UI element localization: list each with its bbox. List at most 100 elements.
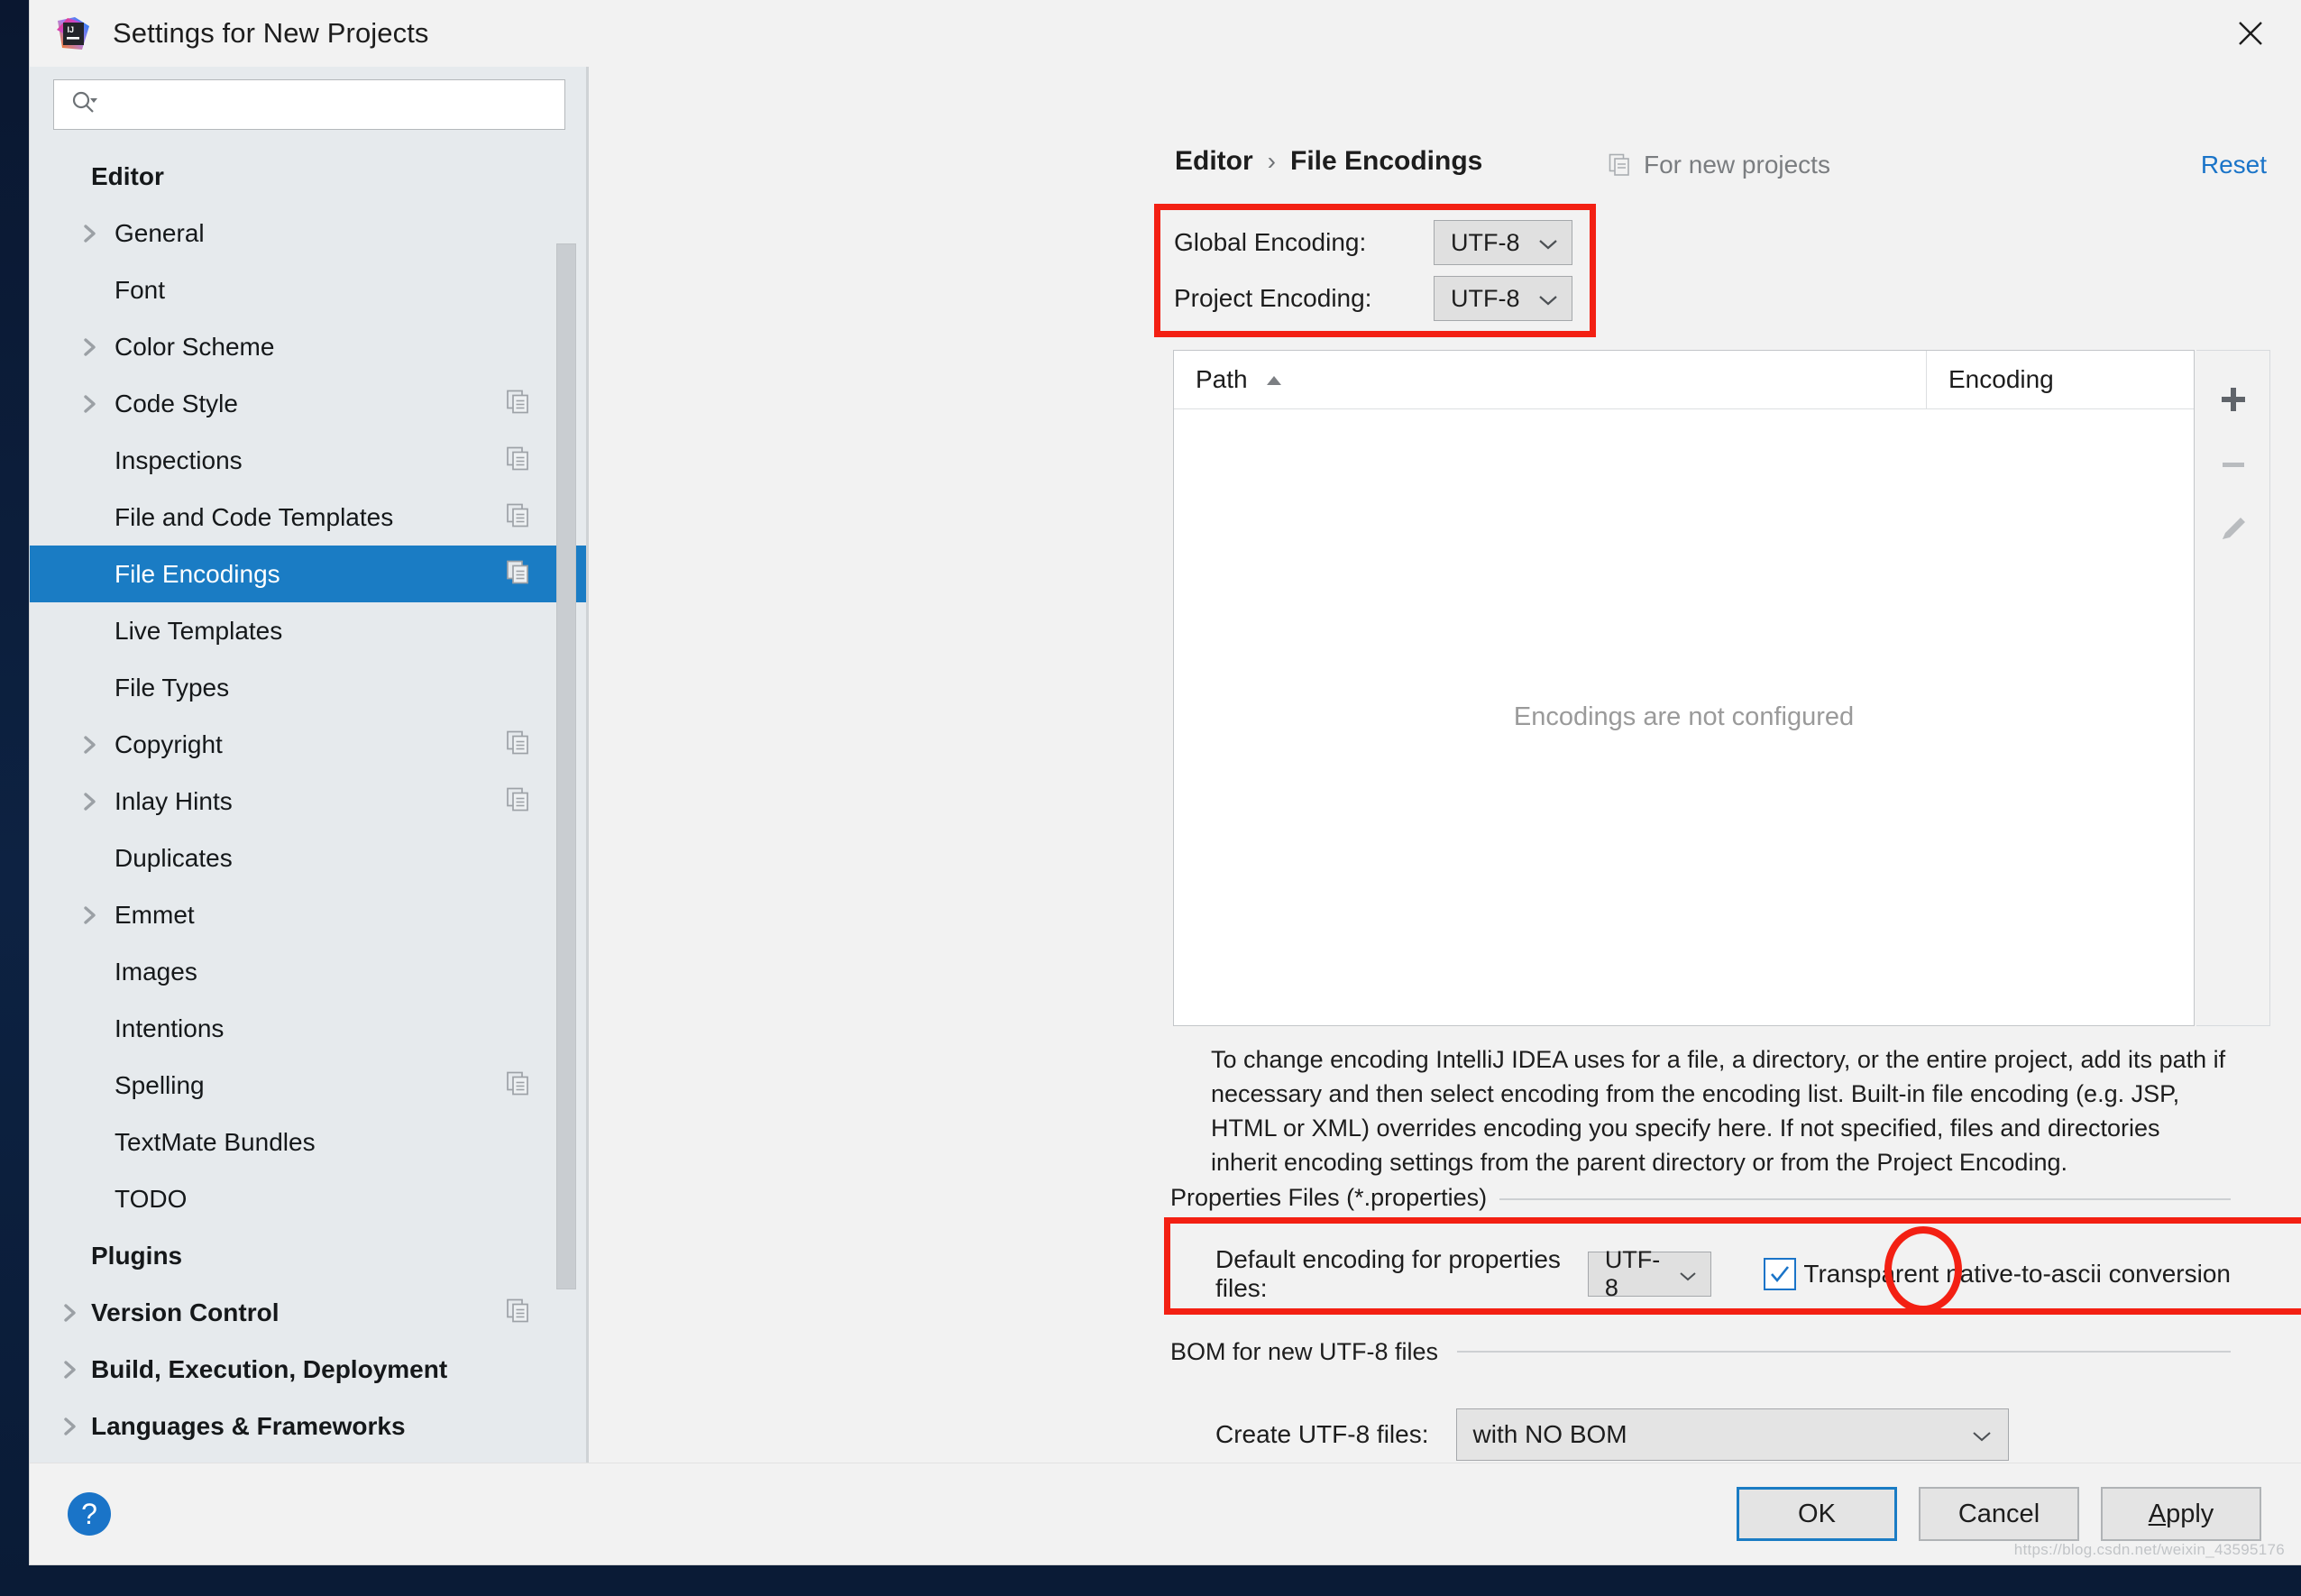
encodings-table-header: Path Encoding xyxy=(1174,351,2194,409)
sidebar-scrollbar-thumb[interactable] xyxy=(556,243,576,1289)
scope-label-text: For new projects xyxy=(1644,151,1830,179)
sidebar-item-label: Images xyxy=(115,957,197,986)
sidebar-item-plugins[interactable]: Plugins xyxy=(30,1227,589,1284)
copy-icon xyxy=(506,1070,531,1100)
sidebar-item-label: Languages & Frameworks xyxy=(91,1411,406,1440)
dialog-titlebar: IJ Settings for New Projects xyxy=(30,0,2301,67)
sidebar-item-todo[interactable]: TODO xyxy=(30,1170,589,1227)
sidebar-item-images[interactable]: Images xyxy=(30,943,589,1000)
copy-icon xyxy=(1609,153,1632,177)
column-header-encoding[interactable]: Encoding xyxy=(1927,351,2054,408)
encodings-table-toolbar xyxy=(2196,350,2270,1026)
remove-icon[interactable] xyxy=(2201,432,2266,497)
global-encoding-dropdown[interactable]: UTF-8 xyxy=(1434,220,1572,265)
sidebar-item-label: Code Style xyxy=(115,389,238,417)
transparent-conversion-label: Transparent native-to-ascii conversion xyxy=(1803,1260,2231,1288)
transparent-conversion-checkbox[interactable] xyxy=(1764,1258,1797,1290)
search-box[interactable] xyxy=(53,79,565,130)
sidebar-item-editor[interactable]: Editor xyxy=(30,148,589,205)
bom-row: Create UTF-8 files: with NO BOM xyxy=(1215,1408,2009,1461)
copy-icon xyxy=(506,502,531,532)
sidebar-item-spelling[interactable]: Spelling xyxy=(30,1057,589,1114)
help-icon[interactable]: ? xyxy=(68,1492,111,1536)
add-icon[interactable] xyxy=(2201,367,2266,432)
properties-files-row: Default encoding for properties files: U… xyxy=(1215,1245,2231,1303)
apply-button-label-rest: pply xyxy=(2166,1499,2214,1528)
project-encoding-dropdown[interactable]: UTF-8 xyxy=(1434,276,1572,321)
expand-arrow-icon[interactable] xyxy=(69,903,111,927)
sidebar-item-label: Font xyxy=(115,275,166,304)
svg-text:IJ: IJ xyxy=(68,25,75,34)
sidebar-item-label: Plugins xyxy=(91,1241,183,1270)
sidebar-item-inspections[interactable]: Inspections xyxy=(30,432,589,489)
cancel-button[interactable]: Cancel xyxy=(1919,1487,2079,1541)
settings-tree: Editor General Font Color Scheme Code Style I… xyxy=(30,144,589,1463)
watermark: https://blog.csdn.net/weixin_43595176 xyxy=(2013,1541,2285,1558)
encodings-description: To change encoding IntelliJ IDEA uses fo… xyxy=(1211,1046,2226,1176)
table-empty-message: Encodings are not configured xyxy=(1513,702,1855,731)
chevron-down-icon xyxy=(1678,1261,1698,1289)
sidebar-item-intentions[interactable]: Intentions xyxy=(30,1000,589,1057)
dialog-body: Editor General Font Color Scheme Code Style I… xyxy=(30,67,2301,1463)
search-input[interactable] xyxy=(106,90,564,119)
transparent-conversion-checkbox-group[interactable]: Transparent native-to-ascii conversion xyxy=(1764,1258,2231,1290)
chevron-down-icon xyxy=(1537,285,1559,313)
sidebar-item-label: File Encodings xyxy=(115,559,280,588)
sidebar-item-file-and-code-templates[interactable]: File and Code Templates xyxy=(30,489,589,546)
sidebar-item-live-templates[interactable]: Live Templates xyxy=(30,602,589,659)
apply-button-mnemonic: A xyxy=(2148,1499,2167,1528)
column-header-encoding-label: Encoding xyxy=(1948,365,2054,393)
expand-arrow-icon[interactable] xyxy=(69,335,111,359)
expand-arrow-icon[interactable] xyxy=(69,392,111,416)
sidebar-item-font[interactable]: Font xyxy=(30,261,589,318)
column-header-path-label: Path xyxy=(1196,365,1248,393)
sidebar-item-label: Editor xyxy=(91,161,164,190)
expand-arrow-icon[interactable] xyxy=(69,790,111,813)
sidebar-item-label: Color Scheme xyxy=(115,332,275,361)
settings-sidebar: Editor General Font Color Scheme Code Style I… xyxy=(30,67,589,1463)
sidebar-item-label: Live Templates xyxy=(115,616,283,645)
sidebar-item-build-execution-deployment[interactable]: Build, Execution, Deployment xyxy=(30,1341,589,1398)
edit-icon[interactable] xyxy=(2201,497,2266,562)
sidebar-item-label: Inspections xyxy=(115,445,243,474)
sidebar-item-label: TextMate Bundles xyxy=(115,1127,316,1156)
sidebar-item-file-types[interactable]: File Types xyxy=(30,659,589,716)
sidebar-item-version-control[interactable]: Version Control xyxy=(30,1284,589,1341)
search-container xyxy=(30,67,589,144)
sidebar-item-code-style[interactable]: Code Style xyxy=(30,375,589,432)
sidebar-item-copyright[interactable]: Copyright xyxy=(30,716,589,773)
expand-arrow-icon[interactable] xyxy=(50,1415,91,1438)
ok-button[interactable]: OK xyxy=(1737,1487,1897,1541)
sidebar-item-general[interactable]: General xyxy=(30,205,589,261)
sidebar-item-duplicates[interactable]: Duplicates xyxy=(30,830,589,886)
create-utf8-dropdown[interactable]: with NO BOM xyxy=(1455,1408,2009,1461)
sidebar-item-inlay-hints[interactable]: Inlay Hints xyxy=(30,773,589,830)
settings-content-pane: Editor › File Encodings For new projects… xyxy=(589,67,2301,1463)
global-encoding-label: Global Encoding: xyxy=(1174,228,1367,256)
copy-icon xyxy=(506,786,531,816)
reset-link[interactable]: Reset xyxy=(2201,151,2267,179)
sidebar-item-tools[interactable]: Tools xyxy=(30,1454,589,1463)
expand-arrow-icon[interactable] xyxy=(69,222,111,245)
expand-arrow-icon[interactable] xyxy=(50,1358,91,1381)
expand-arrow-icon[interactable] xyxy=(50,1301,91,1325)
close-icon[interactable] xyxy=(2200,0,2301,67)
sidebar-item-label: TODO xyxy=(115,1184,188,1213)
sort-ascending-icon xyxy=(1264,365,1284,394)
breadcrumb-root[interactable]: Editor xyxy=(1175,146,1253,177)
sidebar-item-color-scheme[interactable]: Color Scheme xyxy=(30,318,589,375)
column-header-path[interactable]: Path xyxy=(1174,351,1927,408)
sidebar-scrollbar-track[interactable] xyxy=(556,144,576,1463)
settings-tree-rows: Editor General Font Color Scheme Code Style I… xyxy=(30,148,589,1463)
copy-icon xyxy=(506,445,531,475)
default-encoding-dropdown[interactable]: UTF-8 xyxy=(1587,1246,1712,1301)
sidebar-item-textmate-bundles[interactable]: TextMate Bundles xyxy=(30,1114,589,1170)
sidebar-item-emmet[interactable]: Emmet xyxy=(30,886,589,943)
apply-button[interactable]: Apply xyxy=(2101,1487,2261,1541)
create-utf8-value: with NO BOM xyxy=(1472,1420,1627,1448)
sidebar-item-languages-frameworks[interactable]: Languages & Frameworks xyxy=(30,1398,589,1454)
expand-arrow-icon[interactable] xyxy=(69,733,111,757)
breadcrumb-leaf: File Encodings xyxy=(1290,146,1483,176)
sidebar-item-file-encodings[interactable]: File Encodings xyxy=(30,546,589,602)
settings-dialog: IJ Settings for New Projects Editor Gene… xyxy=(30,0,2301,1564)
